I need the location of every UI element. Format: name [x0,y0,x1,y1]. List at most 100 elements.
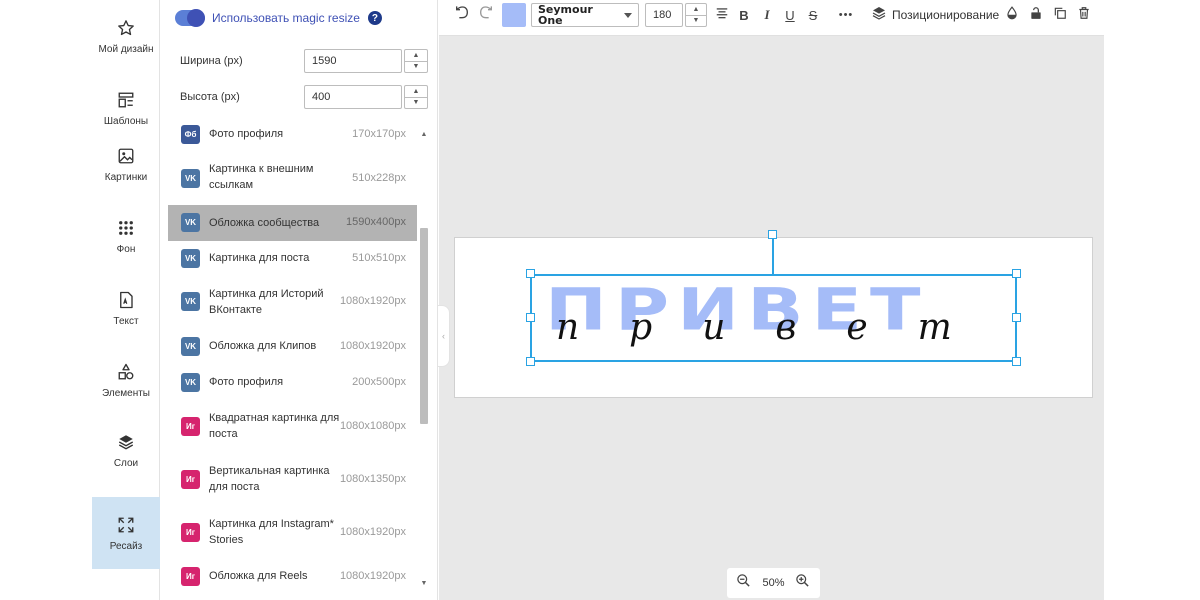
lock-button[interactable] [1027,0,1045,30]
rotate-handle[interactable] [768,230,777,239]
chevron-down-icon[interactable]: ▼ [686,14,706,27]
height-stepper[interactable]: ▲ ▼ [404,85,428,109]
instagram-badge-icon: Иг [181,470,200,489]
chevron-down-icon[interactable]: ▼ [405,96,427,109]
resize-handle-top-left[interactable] [526,269,535,278]
dots-grid-icon [116,218,136,238]
font-size-stepper[interactable]: ▲ ▼ [685,3,707,27]
italic-icon: I [764,7,770,22]
format-name: Фото профиля [209,128,284,140]
italic-button[interactable]: I [758,0,776,30]
chevron-up-icon[interactable]: ▲ [686,4,706,15]
trash-icon [1077,6,1091,25]
format-item[interactable]: VK Фото профиля 200x500px [168,368,417,398]
selection-box[interactable] [530,274,1017,362]
chevron-down-icon[interactable]: ▼ [405,60,427,73]
sidebar-item-text[interactable]: Текст [92,272,160,344]
more-icon: ••• [838,9,854,21]
instagram-badge-icon: Иг [181,417,200,436]
format-size: 200x500px [352,376,406,388]
format-size: 1080x1350px [339,473,406,485]
sidebar-item-my-design[interactable]: Мой дизайн [92,0,160,72]
sidebar-item-label: Фон [116,243,136,255]
help-icon[interactable]: ? [367,11,382,25]
format-size: 170x170px [352,128,406,140]
scroll-up-icon[interactable]: ▲ [420,131,428,138]
height-row: Высота (px) 400 ▲ ▼ [180,85,428,109]
width-stepper[interactable]: ▲ ▼ [404,49,428,73]
duplicate-button[interactable] [1051,0,1069,30]
right-margin [1104,0,1200,600]
magic-resize-toggle[interactable] [175,9,205,27]
resize-handle-bottom-left[interactable] [526,357,535,366]
bold-button[interactable]: B [735,0,753,30]
underline-icon: U [785,7,795,23]
resize-handle-bottom-right[interactable] [1012,357,1021,366]
sidebar-item-images[interactable]: Картинки [92,128,160,200]
sidebar-item-layers[interactable]: Слои [92,414,160,486]
format-size: 1590x400px [346,216,406,228]
font-family-select[interactable]: Seymour One [531,3,639,27]
vk-badge-icon: VK [181,373,200,392]
positioning-label: Позиционирование [892,8,1000,22]
width-input[interactable]: 1590 [304,49,402,73]
underline-button[interactable]: U [781,0,799,30]
resize-handle-top-right[interactable] [1012,269,1021,278]
sidebar-item-label: Слои [113,457,139,469]
opacity-button[interactable] [1003,0,1021,30]
layers-icon [116,432,136,452]
sidebar-item-label: Ресайз [109,540,143,552]
strikethrough-button[interactable]: S [804,0,822,30]
height-label: Высота (px) [180,91,240,103]
sidebar-item-background[interactable]: Фон [92,200,160,272]
font-size-input[interactable]: 180 [645,3,683,27]
resize-handle-right[interactable] [1012,313,1021,322]
width-row: Ширина (px) 1590 ▲ ▼ [180,49,428,73]
chevron-left-icon: ‹ [442,331,445,341]
more-options-button[interactable]: ••• [834,0,858,30]
rotation-line [772,239,774,274]
format-item[interactable]: Иг Квадратная картинка для поста 1080x10… [168,404,417,450]
format-size: 510x228px [352,172,406,184]
undo-button[interactable] [451,0,473,30]
unlock-icon [1029,6,1043,25]
format-item-selected[interactable]: VK Обложка сообщества 1590x400px [168,205,417,241]
left-margin [0,0,92,600]
format-item[interactable]: Фб Фото профиля 170x170px [168,120,417,148]
format-name: Обложка для Reels [209,570,308,582]
format-name: Квадратная картинка для поста [209,412,340,440]
format-item[interactable]: VK Картинка для поста 510x510px [168,244,417,274]
positioning-button[interactable]: Позиционирование [871,0,1000,30]
height-input[interactable]: 400 [304,85,402,109]
redo-button[interactable] [475,0,497,30]
resize-handle-left[interactable] [526,313,535,322]
list-scrollbar[interactable] [420,228,428,424]
sidebar-item-elements[interactable]: Элементы [92,344,160,416]
zoom-out-icon[interactable] [736,573,751,593]
zoom-in-icon[interactable] [795,573,810,593]
image-icon [116,146,136,166]
vk-badge-icon: VK [181,169,200,188]
format-item[interactable]: VK Картинка к внешним ссылкам 510x228px [168,154,417,202]
format-item[interactable]: Иг Картинка для Instagram* Stories 1080x… [168,510,417,556]
format-name: Вертикальная картинка для поста [209,465,330,493]
instagram-badge-icon: Иг [181,523,200,542]
format-name: Картинка для поста [209,252,310,264]
strikethrough-icon: S [808,7,818,23]
format-item[interactable]: VK Обложка для Клипов 1080x1920px [168,332,417,362]
scroll-down-icon[interactable]: ▼ [420,580,428,587]
width-label: Ширина (px) [180,55,243,67]
sidebar-item-resize[interactable]: Ресайз [92,497,160,569]
collapse-panel-handle[interactable]: ‹ [438,305,450,367]
delete-button[interactable] [1075,0,1093,30]
format-item[interactable]: VK Картинка для Историй ВКонтакте 1080x1… [168,280,417,324]
resize-panel: Использовать magic resize ? Ширина (px) … [161,0,438,600]
chevron-up-icon[interactable]: ▲ [405,86,427,97]
format-item[interactable]: Иг Обложка для Reels 1080x1920px [168,562,417,592]
format-item[interactable]: Иг Вертикальная картинка для поста 1080x… [168,457,417,503]
chevron-up-icon[interactable]: ▲ [405,50,427,61]
vk-badge-icon: VK [181,213,200,232]
align-button[interactable] [712,0,732,30]
text-color-swatch[interactable] [502,3,526,27]
facebook-badge-icon: Фб [181,125,200,144]
